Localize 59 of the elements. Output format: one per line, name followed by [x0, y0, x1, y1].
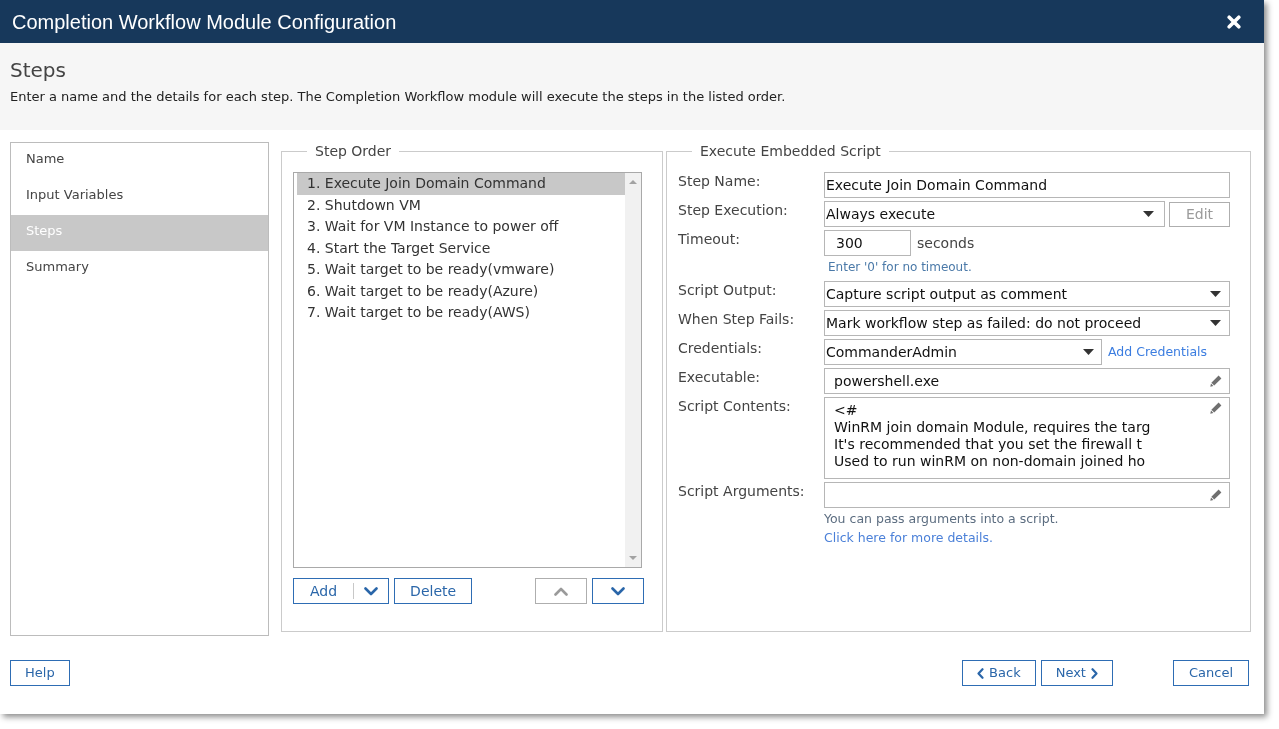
hint-text: You can pass arguments into a script. — [824, 511, 1060, 527]
field-label: Script Arguments: — [678, 482, 806, 500]
input-field[interactable]: powershell.exe — [824, 368, 1230, 394]
unit-label: seconds — [917, 234, 975, 253]
page-title: Steps — [10, 58, 67, 82]
field-label: Script Output: — [678, 281, 778, 299]
dropdown-field[interactable]: CommanderAdmin — [824, 339, 1102, 365]
sidebar-item[interactable]: Input Variables — [11, 179, 268, 215]
chevron-down-icon — [611, 586, 625, 596]
step-list-item[interactable]: 2. Shutdown VM — [297, 194, 625, 216]
input-field[interactable] — [824, 482, 1230, 508]
dropdown-field[interactable]: Always execute — [824, 201, 1165, 227]
link[interactable]: Add Credentials — [1108, 339, 1208, 365]
back-button[interactable]: Back — [962, 660, 1036, 686]
dropdown-field[interactable]: Mark workflow step as failed: do not proceed — [824, 310, 1230, 336]
panel-legend: Step Order — [307, 142, 400, 160]
chevron-left-icon — [977, 667, 985, 679]
step-list-item[interactable]: 4. Start the Target Service — [297, 237, 625, 259]
step-list-item[interactable]: 5. Wait target to be ready(vmware) — [297, 259, 625, 281]
caret-down-icon — [1143, 211, 1154, 217]
field-label: Executable: — [678, 368, 762, 386]
dropdown-field[interactable]: Capture script output as comment — [824, 281, 1230, 307]
chevron-down-icon — [363, 586, 378, 596]
caret-down-icon — [1083, 349, 1094, 355]
step-list-item[interactable]: 6. Wait target to be ready(Azure) — [297, 280, 625, 302]
caret-down-icon — [1210, 291, 1221, 297]
field-label: Script Contents: — [678, 397, 792, 415]
chevron-right-icon — [1090, 667, 1098, 679]
hint-text: Enter '0' for no timeout. — [828, 259, 973, 275]
sidebar-item[interactable]: Name — [11, 143, 268, 179]
window-title: Completion Workflow Module Configuration — [12, 9, 397, 34]
step-list-item[interactable]: 3. Wait for VM Instance to power off — [297, 216, 625, 238]
add-menu-button[interactable] — [353, 578, 390, 604]
step-list-item[interactable]: 7. Wait target to be ready(AWS) — [297, 302, 625, 324]
close-icon[interactable] — [1227, 14, 1241, 29]
field-label: Step Execution: — [678, 201, 789, 219]
caret-down-icon — [1210, 320, 1221, 326]
script-text-area[interactable]: <# WinRM join domain Module, requires the targ It's recommended that you set the firewall t Used to run winRM on non-domain joined ho — [824, 397, 1230, 479]
add-button[interactable]: Add — [293, 578, 354, 604]
chevron-up-icon — [554, 586, 568, 596]
input-field[interactable]: Execute Join Domain Command — [824, 172, 1230, 198]
panel-legend: Execute Embedded Script — [692, 142, 889, 160]
help-button[interactable]: Help — [10, 660, 70, 686]
next-button[interactable]: Next — [1040, 660, 1113, 686]
pencil-icon[interactable] — [1210, 489, 1222, 501]
pencil-icon[interactable] — [1210, 402, 1222, 414]
field-label: Step Name: — [678, 172, 762, 190]
field-label: Credentials: — [678, 339, 764, 357]
move-down-button[interactable] — [592, 578, 644, 604]
pencil-icon[interactable] — [1210, 375, 1222, 387]
cancel-button[interactable]: Cancel — [1172, 660, 1249, 686]
page-description: Enter a name and the details for each step. The Completion Workflow module will execute the steps in the listed order. — [10, 88, 787, 105]
field-label: When Step Fails: — [678, 310, 796, 328]
delete-button[interactable]: Delete — [394, 578, 473, 604]
number-field[interactable]: 300 — [824, 230, 911, 256]
step-list-item[interactable]: 1. Execute Join Domain Command — [297, 173, 625, 195]
field-label: Timeout: — [678, 230, 741, 248]
link[interactable]: Click here for more details. — [824, 530, 994, 546]
sidebar-item[interactable]: Summary — [11, 251, 268, 287]
